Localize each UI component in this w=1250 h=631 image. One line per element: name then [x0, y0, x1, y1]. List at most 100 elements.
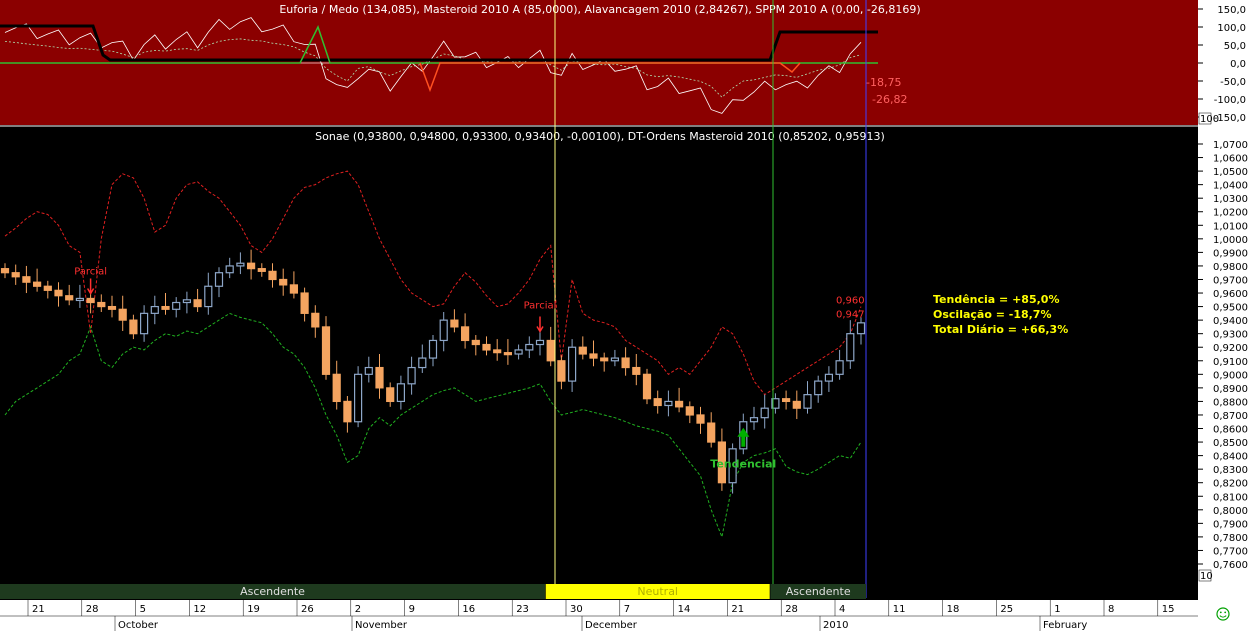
candle-body [664, 400, 673, 407]
candle-body [11, 272, 20, 278]
smiley-eye-left [1219, 611, 1222, 614]
candle-body [824, 373, 834, 382]
day-label: 2 [355, 604, 361, 615]
day-label: 4 [839, 604, 845, 615]
candle-body [118, 308, 127, 321]
candle-body [428, 339, 438, 359]
indicator-ytick-label: -100,0 [1214, 95, 1246, 106]
price-ytick-label: 0,8800 [1213, 397, 1248, 408]
price-ytick-label: 0,9100 [1213, 357, 1248, 368]
candle-body [546, 339, 555, 362]
price-ytick-label: 0,7700 [1213, 546, 1248, 557]
candle-body [578, 346, 587, 355]
annotation-label: 0,947 [836, 310, 865, 321]
indicator-axis-box-label: 100 [1200, 114, 1219, 125]
candle-body [856, 322, 866, 335]
indicator-value-label-2: -26,82 [872, 93, 907, 106]
candle-body [803, 394, 812, 409]
price-ytick-label: 1,0300 [1213, 194, 1248, 205]
month-label: 2010 [823, 620, 848, 631]
candle-body [792, 400, 801, 409]
price-ytick-label: 0,8500 [1213, 438, 1248, 449]
annotation-label: 0,960 [836, 296, 865, 307]
indicator-ytick-label: 100,0 [1217, 23, 1246, 34]
price-ytick-label: 0,7800 [1213, 533, 1248, 544]
price-ytick-label: 1,0600 [1213, 154, 1248, 165]
price-ytick-label: 0,8000 [1213, 506, 1248, 517]
day-label: 5 [140, 604, 146, 615]
price-ytick-label: 0,9500 [1213, 303, 1248, 314]
candle-body [375, 366, 384, 389]
candle-body [32, 281, 42, 287]
day-label: 1 [1054, 604, 1060, 615]
price-ytick-label: 0,8600 [1213, 425, 1248, 436]
candle-body [332, 373, 341, 403]
price-ytick-label: 1,0500 [1213, 167, 1248, 178]
regime-label: Ascendente [240, 585, 305, 598]
candle-body [289, 284, 298, 294]
candle-body [696, 414, 705, 424]
price-title[interactable]: Sonae (0,93800, 0,94800, 0,93300, 0,9340… [315, 130, 885, 143]
price-ytick-label: 1,0000 [1213, 235, 1248, 246]
annotation-label: Parcial [524, 300, 557, 311]
candle-body [814, 380, 823, 396]
indicator-value-label-1: -18,75 [866, 76, 901, 89]
candle-body [781, 398, 791, 403]
candle-body [97, 301, 106, 308]
price-ytick-label: 0,8900 [1213, 384, 1248, 395]
stat-oscilacao: Oscilação = -18,7% [933, 308, 1052, 321]
candle-body [311, 312, 320, 328]
price-ytick-label: 0,8100 [1213, 492, 1248, 503]
candle-body [482, 343, 491, 351]
day-label: 25 [1000, 604, 1013, 615]
candle-body [43, 285, 52, 291]
price-ytick-label: 0,8400 [1213, 452, 1248, 463]
candle-body [396, 383, 405, 403]
candle-body [589, 353, 598, 359]
candle-body [707, 422, 716, 443]
price-ytick-label: 0,9700 [1213, 275, 1248, 286]
candle-body [535, 339, 545, 346]
candle-body [461, 326, 470, 342]
day-label: 19 [247, 604, 260, 615]
candle-body [835, 360, 844, 375]
candle-body [439, 319, 448, 342]
candle-body [86, 297, 95, 304]
candle-body [182, 299, 191, 304]
candle-body [567, 346, 577, 382]
price-ytick-label: 0,7900 [1213, 519, 1248, 530]
price-ytick-label: 1,0200 [1213, 208, 1248, 219]
candle-body [503, 352, 512, 356]
regime-label: Ascendente [786, 585, 851, 598]
indicator-title[interactable]: Euforia / Medo (134,085), Masteroid 2010… [279, 3, 920, 16]
candle-body [685, 406, 694, 416]
candle-body [54, 289, 63, 297]
day-label: 8 [1108, 604, 1114, 615]
candle-body [107, 305, 117, 310]
day-label: 21 [32, 604, 45, 615]
smiley-icon[interactable] [1216, 607, 1230, 621]
candle-body [204, 285, 213, 308]
candle-body [279, 278, 288, 286]
candle-body [300, 292, 309, 314]
month-label: February [1043, 620, 1087, 631]
candle-body [172, 301, 181, 310]
price-ytick-label: 0,9400 [1213, 316, 1248, 327]
price-ytick-label: 0,9800 [1213, 262, 1248, 273]
sell-arrow-icon [536, 316, 544, 333]
month-label: November [355, 620, 408, 631]
candle-body [760, 407, 769, 419]
price-ytick-label: 0,9300 [1213, 330, 1248, 341]
candle-body [450, 319, 459, 328]
sell-arrow-icon [86, 278, 95, 295]
stat-tendencia: Tendência = +85,0% [933, 293, 1059, 306]
candle-body [610, 357, 620, 362]
day-label: 15 [1162, 604, 1175, 615]
candle-body [846, 333, 855, 362]
regime-label: Neutral [637, 585, 678, 598]
candle-body [193, 299, 202, 308]
day-label: 12 [193, 604, 206, 615]
indicator-ytick-label: 0,0 [1230, 59, 1246, 70]
day-label: 14 [678, 604, 691, 615]
candle-body [247, 262, 256, 270]
